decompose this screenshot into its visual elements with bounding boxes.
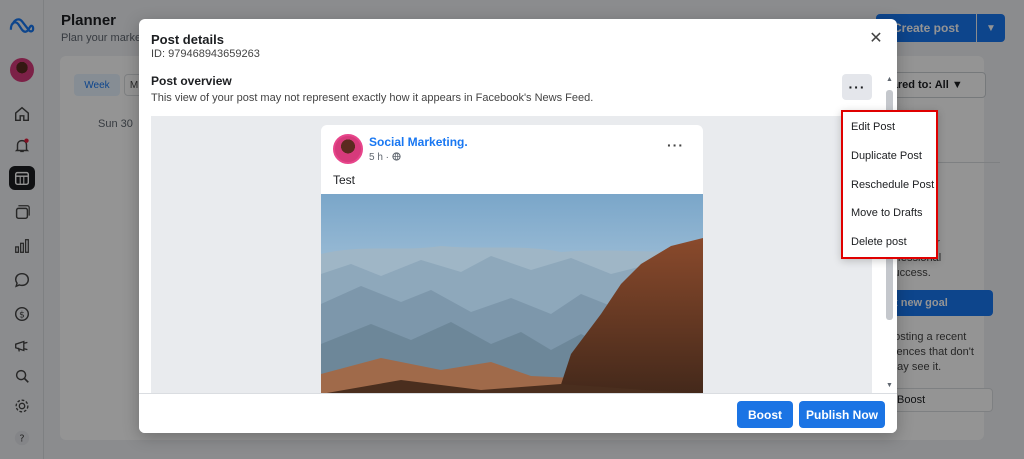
menu-item-delete-post[interactable]: Delete post (851, 236, 907, 248)
scroll-down-icon[interactable]: ▼ (886, 382, 893, 389)
post-overview-subtitle: This view of your post may not represent… (151, 92, 594, 104)
post-details-modal: Post details ID: 979468943659263 ✕ Post … (139, 19, 897, 433)
post-id: ID: 979468943659263 (151, 48, 260, 60)
post-time-text: 5 h · (369, 152, 390, 163)
post-card: Social Marketing. 5 h · ··· Test (321, 125, 703, 393)
page-avatar[interactable] (333, 134, 363, 164)
scroll-up-icon[interactable]: ▲ (886, 76, 893, 83)
globe-icon (392, 152, 401, 161)
menu-item-move-to-drafts[interactable]: Move to Drafts (851, 207, 923, 219)
page-name-link[interactable]: Social Marketing. (369, 135, 468, 149)
post-timestamp: 5 h · (369, 152, 401, 163)
menu-item-reschedule-post[interactable]: Reschedule Post (851, 179, 934, 191)
more-options-button[interactable]: ··· (842, 74, 872, 100)
modal-footer: Boost Publish Now (139, 393, 897, 433)
menu-item-edit-post[interactable]: Edit Post (851, 121, 895, 133)
publish-now-button[interactable]: Publish Now (799, 401, 885, 428)
close-icon[interactable]: ✕ (867, 29, 885, 47)
post-text: Test (333, 173, 356, 187)
boost-button[interactable]: Boost (737, 401, 793, 428)
menu-item-duplicate-post[interactable]: Duplicate Post (851, 150, 922, 162)
post-options-menu: Edit Post Duplicate Post Reschedule Post… (841, 110, 938, 259)
post-image[interactable] (321, 194, 703, 393)
post-overview-title: Post overview (151, 74, 232, 88)
modal-title: Post details (151, 32, 224, 47)
post-more-icon[interactable]: ··· (667, 137, 684, 153)
post-preview-area: Social Marketing. 5 h · ··· Test (151, 116, 872, 393)
